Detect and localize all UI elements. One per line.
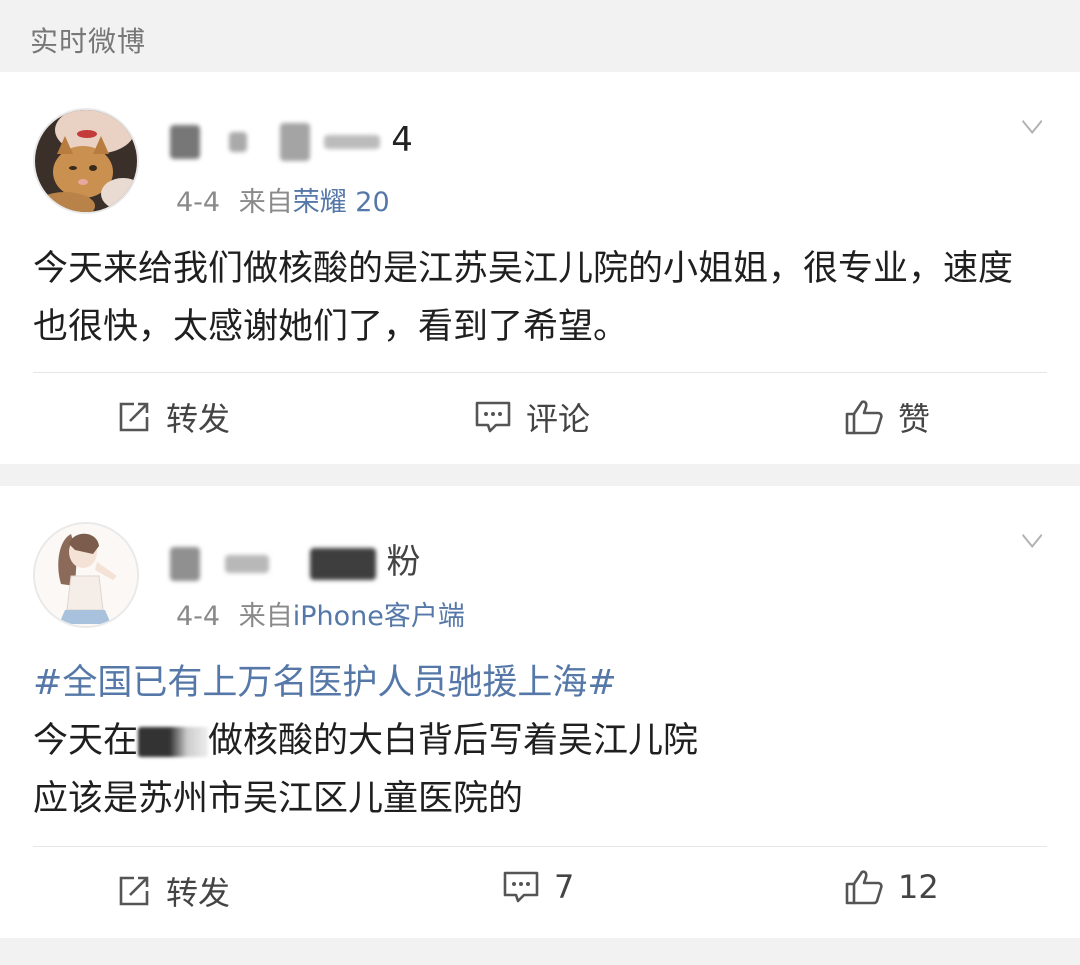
- thumbs-up-icon: [845, 400, 883, 435]
- post-text-line: 应该是苏州市吴江区儿童医院的: [33, 779, 524, 819]
- hashtag-link[interactable]: #全国已有上万名医护人员驰援上海#: [33, 654, 1043, 712]
- post-card[interactable]: 4 4-4 来自荣耀 20 今天来给我们做核酸的是江苏吴江儿院的小姐姐，很专业，…: [0, 72, 1080, 464]
- thumbs-up-icon: [845, 870, 883, 905]
- from-label: 来自: [238, 601, 293, 632]
- username-visible: 4: [391, 120, 413, 160]
- redacted-name: [309, 547, 376, 580]
- post-card[interactable]: 粉 4-4 来自iPhone客户端 #全国已有上万名医护人员驰援上海# 今天在做…: [0, 486, 1080, 938]
- repost-label: 转发: [166, 874, 231, 912]
- divider: [33, 846, 1047, 847]
- cat-avatar-icon[interactable]: [33, 108, 139, 214]
- username[interactable]: 4: [170, 120, 413, 161]
- post-meta: 4-4 来自荣耀 20: [176, 180, 390, 219]
- repost-label: 转发: [166, 400, 231, 438]
- post-meta: 4-4 来自iPhone客户端: [176, 594, 465, 633]
- comment-button[interactable]: 评论: [474, 394, 590, 440]
- post-text: 今天来给我们做核酸的是江苏吴江儿院的小姐姐，很专业，速度也很快，太感谢她们了，看…: [33, 249, 1014, 347]
- redacted-name: [324, 134, 381, 149]
- post-source[interactable]: 荣耀 20: [293, 187, 390, 218]
- repost-button[interactable]: 转发: [116, 394, 230, 440]
- like-count: 12: [898, 868, 939, 906]
- like-button[interactable]: 赞: [844, 394, 930, 440]
- chevron-down-icon[interactable]: [1016, 532, 1048, 552]
- comment-count: 7: [554, 868, 575, 906]
- from-label: 来自: [238, 187, 293, 218]
- redacted-name: [170, 124, 200, 159]
- comment-icon: [475, 401, 511, 433]
- post-date: 4-4: [176, 601, 221, 632]
- post-text: #全国已有上万名医护人员驰援上海# 今天在 做核酸的大白背后写着吴江儿院 应该是苏…: [33, 654, 1043, 828]
- comment-button[interactable]: 7: [502, 868, 574, 906]
- repost-button[interactable]: 转发: [116, 868, 230, 914]
- username[interactable]: 粉: [170, 534, 420, 583]
- redacted-place: [138, 727, 209, 757]
- repost-icon: [119, 876, 149, 906]
- girl-avatar-icon[interactable]: [33, 522, 139, 628]
- redacted-name: [279, 122, 310, 161]
- repost-icon: [119, 402, 149, 432]
- redacted-name: [170, 546, 200, 581]
- section-title: 实时微博: [30, 25, 147, 58]
- redacted-name: [224, 554, 269, 573]
- divider: [33, 372, 1047, 373]
- comment-icon: [503, 871, 539, 903]
- like-label: 赞: [898, 400, 931, 438]
- username-visible: 粉: [386, 542, 421, 582]
- like-button[interactable]: 12: [844, 868, 939, 906]
- chevron-down-icon[interactable]: [1016, 118, 1048, 138]
- comment-label: 评论: [526, 400, 591, 438]
- post-date: 4-4: [176, 187, 221, 218]
- redacted-name: [228, 131, 247, 152]
- post-source[interactable]: iPhone客户端: [293, 601, 465, 632]
- post-text-line: 今天在 做核酸的大白背后写着吴江儿院: [33, 721, 699, 761]
- section-header: 实时微博: [0, 0, 1080, 72]
